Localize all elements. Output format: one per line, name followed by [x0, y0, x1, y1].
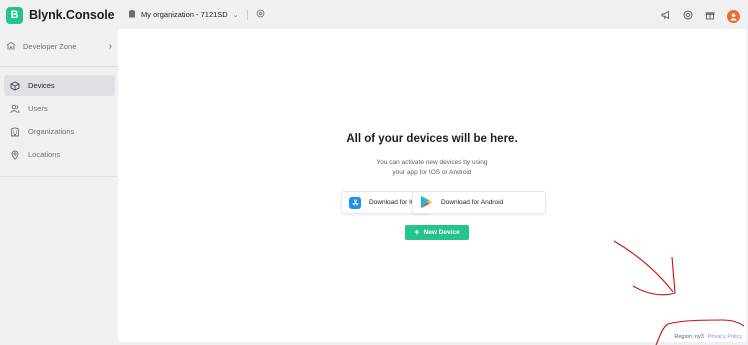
sidebar-item-label: Organizations [28, 127, 75, 136]
sidebar-item-organizations[interactable]: Organizations [4, 121, 115, 142]
top-bar: My organization - 7121SD ⌄ [118, 0, 748, 28]
plus-icon: + [414, 227, 420, 237]
organization-settings-icon[interactable] [256, 9, 265, 20]
download-android-label: Download for Android [441, 199, 504, 206]
brand-name: Blynk.Console [29, 8, 115, 22]
organization-icon [128, 9, 136, 20]
footer: Region: ny3 Privacy Policy [674, 334, 742, 340]
empty-state-description: You can activate new devices by using yo… [332, 158, 532, 178]
empty-state-title: All of your devices will be here. [346, 133, 518, 145]
privacy-policy-link[interactable]: Privacy Policy [708, 334, 742, 340]
chevron-down-icon: ⌄ [232, 11, 239, 19]
organization-name: My organization - 7121SD [141, 10, 228, 19]
users-icon [10, 104, 20, 114]
new-device-button[interactable]: + New Device [405, 225, 469, 240]
developer-zone-icon [6, 41, 16, 51]
sidebar-item-locations[interactable]: Locations [4, 144, 115, 165]
sidebar-item-label: Developer Zone [23, 41, 77, 51]
sidebar-item-devices[interactable]: Devices [4, 75, 115, 96]
divider [0, 66, 118, 67]
top-bar-actions [661, 7, 740, 25]
app-store-icon [349, 196, 361, 209]
divider [0, 176, 118, 177]
sidebar-item-label: Users [28, 104, 48, 113]
brand[interactable]: B Blynk.Console [6, 6, 115, 24]
blynk-logo-icon: B [6, 6, 23, 24]
google-play-icon [420, 195, 433, 211]
cube-icon [10, 80, 20, 91]
megaphone-icon[interactable] [661, 7, 671, 25]
region-label: Region: ny3 [674, 334, 704, 340]
building-icon [10, 126, 20, 137]
description-line: your app for IOS or Android [392, 169, 472, 176]
user-avatar-icon[interactable] [727, 9, 740, 23]
sidebar-item-users[interactable]: Users [4, 98, 115, 119]
description-line: You can activate new devices by using [376, 159, 488, 166]
gift-icon[interactable] [705, 7, 715, 25]
sidebar-item-label: Locations [28, 150, 61, 159]
location-pin-icon [10, 150, 20, 160]
sidebar-item-label: Devices [28, 81, 55, 90]
organization-selector[interactable]: My organization - 7121SD ⌄ [128, 9, 265, 20]
chevron-right-icon: › [108, 40, 112, 52]
sidebar: B Blynk.Console Developer Zone › Devices… [0, 0, 118, 345]
divider [246, 9, 248, 20]
sidebar-item-developer-zone[interactable]: Developer Zone › [6, 38, 112, 54]
download-android-button[interactable]: Download for Android [412, 191, 546, 214]
help-icon[interactable] [683, 7, 693, 25]
main-panel: All of your devices will be here. You ca… [118, 29, 746, 342]
new-device-label: New Device [423, 229, 460, 236]
